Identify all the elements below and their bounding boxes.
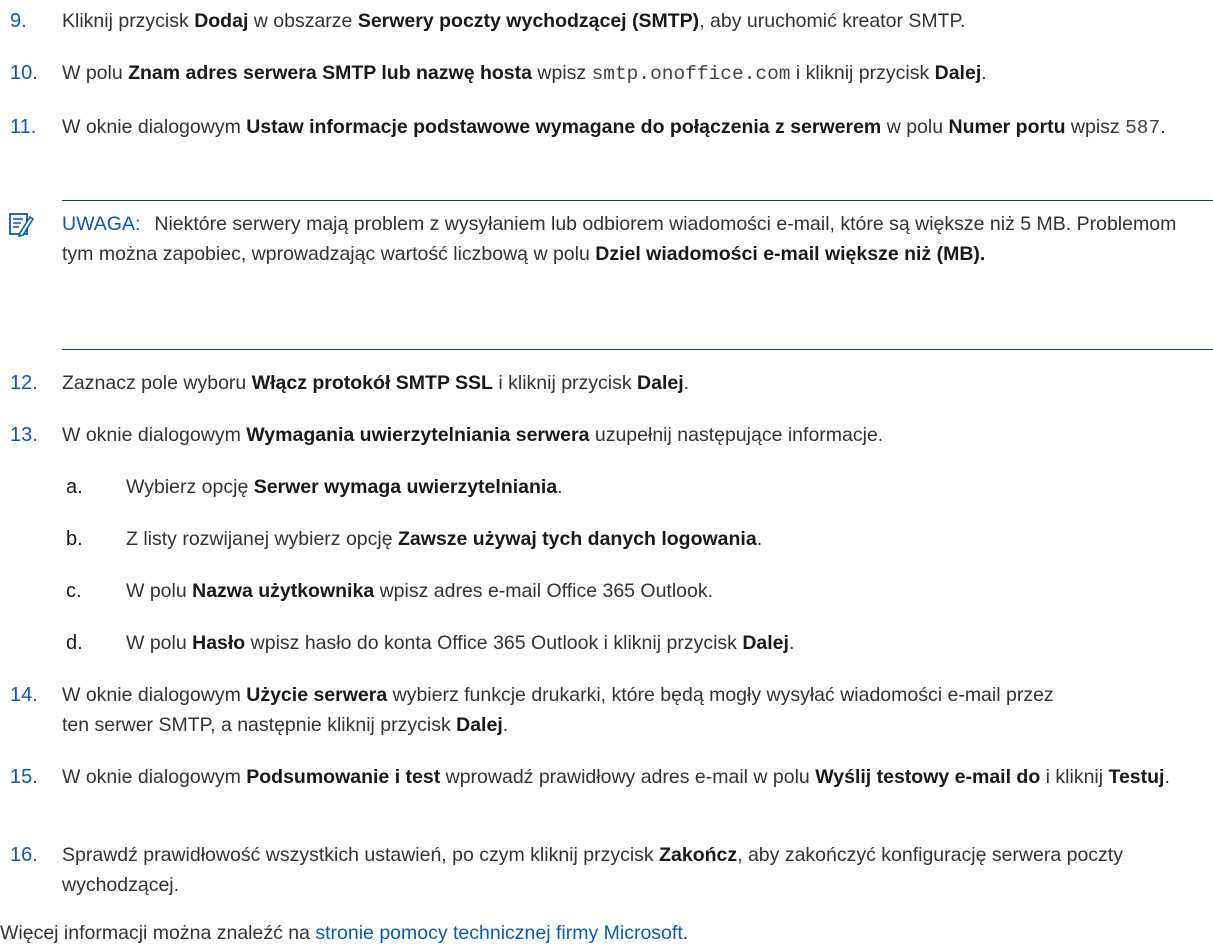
substep-text: W polu Nazwa użytkownika wpisz adres e-m… <box>126 580 714 602</box>
microsoft-support-link[interactable]: stronie pomocy technicznej firmy Microso… <box>315 922 682 944</box>
hostname-code: smtp.onoffice.com <box>591 63 791 85</box>
step-number: 12. <box>10 372 38 394</box>
step-text: W oknie dialogowym Użycie serwera wybier… <box>62 684 1054 736</box>
port-code: 587 <box>1125 117 1161 139</box>
step-text: W oknie dialogowym Ustaw informacje pods… <box>62 116 1166 139</box>
substep-letter: d. <box>66 632 83 654</box>
note-icon <box>8 211 38 241</box>
step-text: W polu Znam adres serwera SMTP lub nazwę… <box>62 62 987 85</box>
step-number: 16. <box>10 844 38 866</box>
document-page: 9. Kliknij przycisk Dodaj w obszarze Ser… <box>0 0 1213 952</box>
step-text: Kliknij przycisk Dodaj w obszarze Serwer… <box>62 10 966 32</box>
note-label: UWAGA: <box>62 213 141 235</box>
footer-text: Więcej informacji można znaleźć na stron… <box>0 922 689 944</box>
step-number: 10. <box>10 62 38 84</box>
step-number: 11. <box>10 116 37 138</box>
substep-letter: c. <box>66 580 82 602</box>
step-text: W oknie dialogowym Podsumowanie i test w… <box>62 766 1170 788</box>
step-text: Sprawdź prawidłowość wszystkich ustawień… <box>62 844 1123 896</box>
substep-text: Z listy rozwijanej wybierz opcję Zawsze … <box>126 528 763 550</box>
substep-text: W polu Hasło wpisz hasło do konta Office… <box>126 632 795 654</box>
step-number: 14. <box>10 684 38 706</box>
substep-letter: b. <box>66 528 83 550</box>
note-text: UWAGA: Niektóre serwery mają problem z wy… <box>62 213 1177 265</box>
step-number: 15. <box>10 766 38 788</box>
note-box: UWAGA: Niektóre serwery mają problem z wy… <box>9 200 1213 350</box>
substep-text: Wybierz opcję Serwer wymaga uwierzytelni… <box>126 476 563 498</box>
substep-letter: a. <box>66 476 83 498</box>
step-number: 9. <box>10 10 27 32</box>
step-text: Zaznacz pole wyboru Włącz protokół SMTP … <box>62 372 690 394</box>
step-number: 13. <box>10 424 38 446</box>
step-text: W oknie dialogowym Wymagania uwierzyteln… <box>62 424 884 446</box>
